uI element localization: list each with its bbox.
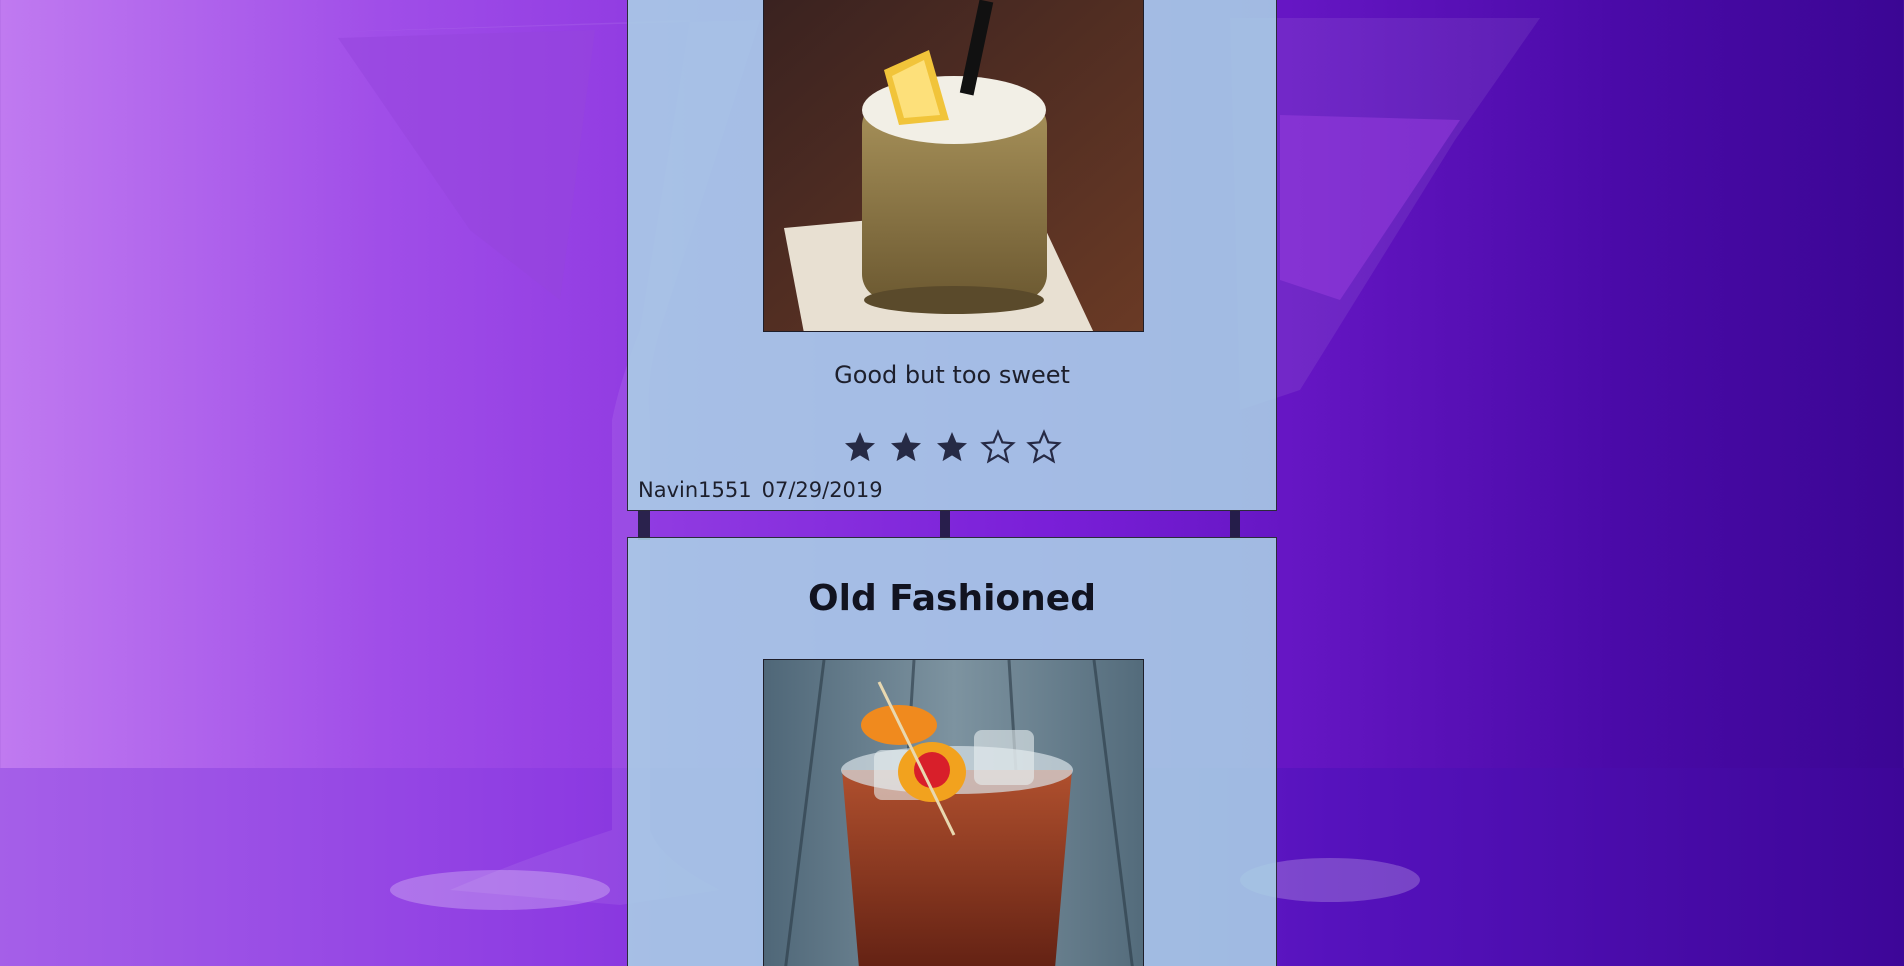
star-outline-icon: [1026, 429, 1062, 464]
review-text: Good but too sweet: [834, 361, 1070, 389]
drink-photo: [763, 659, 1144, 966]
star-filled-icon: [845, 432, 875, 462]
review-date: 07/29/2019: [761, 478, 883, 502]
star-outline-icon: [980, 429, 1016, 464]
review-card: Good but too sweet Navin1551 07/29/2019: [627, 0, 1277, 511]
review-username: Navin1551: [638, 478, 752, 502]
drink-title: Old Fashioned: [808, 578, 1096, 619]
drink-card: Old Fashioned: [627, 537, 1277, 966]
star-rating: [628, 429, 1276, 465]
star-filled-icon: [937, 432, 967, 462]
review-meta: Navin1551 07/29/2019: [638, 478, 883, 502]
star-filled-icon: [891, 432, 921, 462]
drink-photo: [763, 0, 1144, 332]
